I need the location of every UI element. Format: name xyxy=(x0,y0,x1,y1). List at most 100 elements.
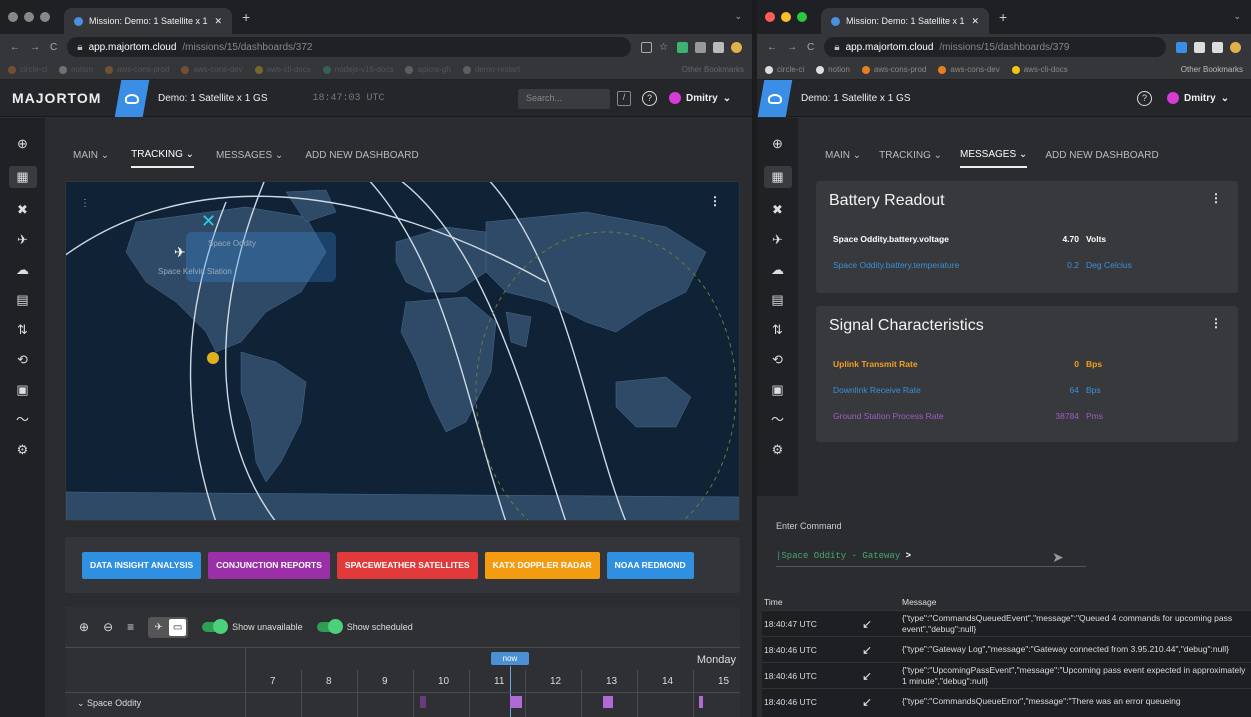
dashboard-icon[interactable]: ▦ xyxy=(763,166,792,188)
close-tab-icon[interactable]: ✕ xyxy=(971,16,979,27)
log-row[interactable]: 18:40:47 UTC ↙ {"type":"CommandsQueuedEven… xyxy=(762,610,1251,636)
share-icon[interactable] xyxy=(641,41,652,53)
satellite-view-icon[interactable]: ✈ xyxy=(150,619,167,636)
card-menu-icon[interactable]: ⋮ xyxy=(1210,191,1222,205)
card-menu-icon[interactable]: ⋮ xyxy=(1210,316,1222,330)
zoom-out-icon[interactable]: ⊖ xyxy=(103,620,113,634)
log-row[interactable]: 18:40:46 UTC ↙ {"type":"UpcomingPassEvent"… xyxy=(762,662,1251,688)
map-more-icon[interactable]: ⋮ xyxy=(709,194,721,208)
browser-tab[interactable]: Mission: Demo: 1 Satellite x 1 G ✕ xyxy=(821,8,989,34)
tab-main[interactable]: MAIN ⌄ xyxy=(73,144,109,167)
url-field[interactable]: 🔒︎ app.majortom.cloud/missions/15/dashbo… xyxy=(824,37,1166,57)
url-field[interactable]: 🔒︎ app.majortom.cloud/missions/15/dashbo… xyxy=(67,37,631,57)
reload-icon[interactable]: C xyxy=(807,42,814,53)
pass-block[interactable] xyxy=(699,696,703,708)
telemetry-row[interactable]: Space Oddity.battery.voltage 4.70 Volts xyxy=(816,226,1238,252)
help-icon[interactable]: ? xyxy=(642,91,657,106)
tab-messages[interactable]: MESSAGES ⌄ xyxy=(216,144,283,167)
show-unavailable-toggle[interactable]: Show unavailable xyxy=(202,619,303,634)
tab-search-icon[interactable]: ⌄ xyxy=(1233,11,1241,22)
puzzle-icon[interactable] xyxy=(1194,41,1205,53)
tab-search-icon[interactable]: ⌄ xyxy=(734,11,742,22)
bookmark-item[interactable]: apicra-gh xyxy=(405,65,451,74)
tab-main[interactable]: MAIN ⌄ xyxy=(825,144,861,167)
user-menu[interactable]: Dmitry ⌄ xyxy=(1167,92,1229,104)
bookmark-item[interactable]: aws-cons-prod xyxy=(861,65,926,74)
bookmark-item[interactable]: aws-cli-docs xyxy=(1011,65,1068,74)
bookmark-item[interactable]: circle-ci xyxy=(8,65,47,74)
pass-block[interactable] xyxy=(420,696,426,708)
history-icon[interactable]: ⟲ xyxy=(15,352,31,368)
show-scheduled-toggle[interactable]: Show scheduled xyxy=(316,619,413,634)
command-input[interactable]: |Space Oddity - Gateway > xyxy=(776,543,1086,567)
extension-icon[interactable] xyxy=(677,41,688,53)
app-logo-icon[interactable] xyxy=(757,79,793,117)
script-icon[interactable]: ▤ xyxy=(770,292,786,308)
window-controls[interactable] xyxy=(8,12,50,22)
satellite-marker-icon[interactable]: ✈ xyxy=(174,244,186,260)
telemetry-row[interactable]: Space Oddity.battery.temperature 0.2 Deg… xyxy=(816,252,1238,278)
new-tab-icon[interactable]: + xyxy=(999,9,1007,25)
zoom-in-icon[interactable]: ⊕ xyxy=(79,620,89,634)
app-logo-icon[interactable] xyxy=(114,79,150,117)
help-icon[interactable]: ? xyxy=(1137,91,1152,106)
transfer-icon[interactable]: ⇅ xyxy=(770,322,786,338)
sidebar-icon[interactable] xyxy=(1212,41,1223,53)
transfer-icon[interactable]: ⇅ xyxy=(15,322,31,338)
satellite-icon[interactable]: ✈ xyxy=(770,232,786,248)
tools-icon[interactable]: ✖ xyxy=(15,202,31,218)
doppler-radar-button[interactable]: KATX DOPPLER RADAR xyxy=(484,551,600,579)
log-row[interactable]: 18:40:46 UTC ↙ {"type":"CommandsQueueError… xyxy=(762,688,1251,714)
tools-icon[interactable]: ✖ xyxy=(770,202,786,218)
mission-selector[interactable]: Demo: 1 Satellite x 1 GS xyxy=(158,93,268,104)
analytics-icon[interactable]: 〜 xyxy=(15,412,31,428)
globe-icon[interactable]: ⊕ xyxy=(770,136,786,152)
analytics-icon[interactable]: 〜 xyxy=(770,412,786,428)
telemetry-row[interactable]: Uplink Transmit Rate 0 Bps xyxy=(816,351,1238,377)
tab-add-dashboard[interactable]: ADD NEW DASHBOARD xyxy=(1045,144,1158,167)
dashboard-icon[interactable]: ▦ xyxy=(8,166,37,188)
globe-icon[interactable]: ⊕ xyxy=(15,136,31,152)
history-icon[interactable]: ⟲ xyxy=(770,352,786,368)
window-controls[interactable] xyxy=(765,12,807,22)
noaa-redmond-button[interactable]: NOAA REDMOND xyxy=(606,551,694,579)
filter-icon[interactable]: ≡ xyxy=(127,620,134,634)
ground-station-marker-icon[interactable]: ✕ xyxy=(201,211,216,231)
pass-block[interactable] xyxy=(510,696,522,708)
new-tab-icon[interactable]: + xyxy=(242,9,250,25)
script-icon[interactable]: ▤ xyxy=(15,292,31,308)
other-bookmarks[interactable]: Other Bookmarks xyxy=(682,65,744,74)
ground-station-icon[interactable]: ☁ xyxy=(15,262,31,278)
ground-station-icon[interactable]: ☁ xyxy=(770,262,786,278)
log-row[interactable]: 18:40:46 UTC ↙ {"type":"Gateway Log","mess… xyxy=(762,636,1251,662)
settings-icon[interactable]: ⚙ xyxy=(770,442,786,458)
pass-block[interactable] xyxy=(603,696,613,708)
view-toggle[interactable]: ✈ ▭ xyxy=(148,616,189,638)
bookmark-item[interactable]: aws-cons-dev xyxy=(938,65,1000,74)
log-icon[interactable]: ▣ xyxy=(770,382,786,398)
star-icon[interactable]: ☆ xyxy=(659,42,670,53)
brand-logo[interactable]: MAJORTOM xyxy=(0,90,118,106)
timeline-row-label[interactable]: ⌄ Space Oddity xyxy=(77,698,141,709)
reload-icon[interactable]: C xyxy=(50,42,57,53)
conjunction-reports-button[interactable]: CONJUNCTION REPORTS xyxy=(208,551,330,579)
tab-messages[interactable]: MESSAGES ⌄ xyxy=(960,143,1028,168)
bookmark-item[interactable]: demo-restart xyxy=(462,65,520,74)
search-input[interactable]: Search... xyxy=(518,89,610,109)
tab-add-dashboard[interactable]: ADD NEW DASHBOARD xyxy=(305,144,418,167)
back-icon[interactable]: ← xyxy=(10,42,20,53)
forward-icon[interactable]: → xyxy=(787,42,797,53)
send-icon[interactable]: ➤ xyxy=(1052,549,1064,566)
bookmark-item[interactable]: aws-cli-docs xyxy=(254,65,311,74)
browser-tab[interactable]: Mission: Demo: 1 Satellite x 1 G ✕ xyxy=(64,8,232,34)
mission-selector[interactable]: Demo: 1 Satellite x 1 GS xyxy=(801,93,911,104)
bookmark-item[interactable]: nodejs-v16-docs xyxy=(322,65,393,74)
settings-icon[interactable]: ⚙ xyxy=(15,442,31,458)
calendar-view-icon[interactable]: ▭ xyxy=(169,618,187,636)
puzzle-icon[interactable] xyxy=(695,41,706,53)
log-icon[interactable]: ▣ xyxy=(15,382,31,398)
sidebar-icon[interactable] xyxy=(713,41,724,53)
data-insight-button[interactable]: DATA INSIGHT ANALYSIS xyxy=(82,551,202,579)
bookmark-item[interactable]: notion xyxy=(59,65,93,74)
close-tab-icon[interactable]: ✕ xyxy=(214,16,222,27)
